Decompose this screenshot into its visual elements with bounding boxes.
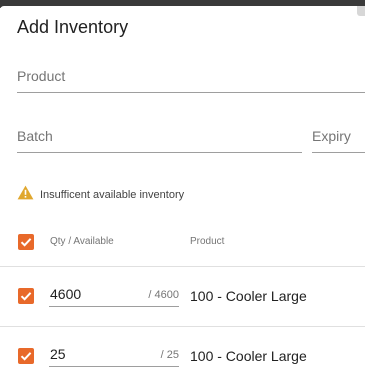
dialog-title: Add Inventory <box>17 17 129 37</box>
warning-triangle-icon <box>17 185 34 205</box>
checkbox-checked-icon <box>20 352 32 361</box>
product-field[interactable] <box>17 62 365 93</box>
row-checkbox[interactable] <box>18 348 34 364</box>
header-divider <box>0 266 365 267</box>
batch-input[interactable] <box>17 122 302 150</box>
row-divider <box>0 326 365 327</box>
expiry-field[interactable] <box>312 122 365 153</box>
qty-value[interactable]: 4600 <box>50 286 81 302</box>
expiry-input[interactable] <box>312 122 365 150</box>
checkbox-checked-icon <box>20 238 32 247</box>
product-name: 100 - Cooler Large <box>190 348 307 364</box>
product-name: 100 - Cooler Large <box>190 288 307 304</box>
batch-field[interactable] <box>17 122 302 153</box>
inventory-warning: Insufficent available inventory <box>17 185 185 205</box>
dialog-corner <box>357 6 365 16</box>
checkbox-checked-icon <box>20 292 32 301</box>
product-input[interactable] <box>17 62 365 90</box>
available-qty: / 4600 <box>148 289 179 301</box>
select-all-checkbox[interactable] <box>18 234 34 250</box>
qty-value[interactable]: 25 <box>50 346 66 362</box>
row-checkbox[interactable] <box>18 288 34 304</box>
qty-input[interactable]: 25 / 25 <box>49 344 179 367</box>
qty-input[interactable]: 4600 / 4600 <box>49 284 179 307</box>
column-header-product: Product <box>190 236 225 247</box>
warning-text: Insufficent available inventory <box>40 189 185 201</box>
available-qty: / 25 <box>160 349 179 361</box>
column-header-qty: Qty / Available <box>50 236 114 247</box>
add-inventory-dialog: Add Inventory Insufficent available inve… <box>0 6 365 376</box>
